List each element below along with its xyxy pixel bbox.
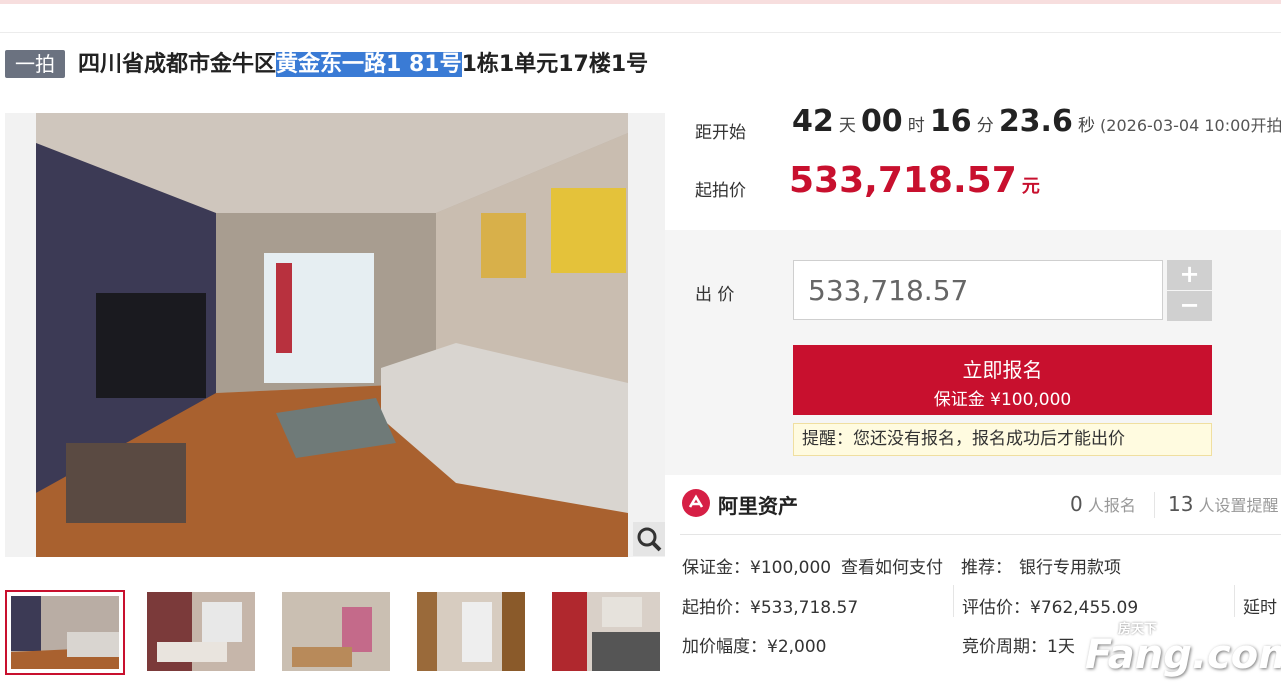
countdown-timer: 42 天 00 时 16 分 23.6 秒 (2026-03-04 10:00开… [792, 104, 1281, 139]
enroll-button[interactable]: 立即报名 保证金 ¥100,000 [793, 345, 1212, 415]
increase-bid-button[interactable]: + [1167, 260, 1212, 290]
bid-amount-input[interactable]: 533,718.57 [793, 260, 1163, 320]
enroll-deposit-label: 保证金 ¥100,000 [933, 390, 1072, 410]
start-price: 533,718.57 元 [789, 160, 1040, 201]
ali-asset-logo [682, 489, 710, 517]
countdown-hours: 00 [860, 104, 903, 139]
countdown-seconds-unit: 秒 [1077, 116, 1095, 136]
page-title: 四川省成都市金牛区黄金东一路1 81号1栋1单元17楼1号 [78, 50, 648, 80]
magnifier-icon [637, 527, 662, 552]
title-address-highlight: 黄金东一路1 81号 [276, 52, 462, 77]
countdown-minutes: 16 [929, 104, 972, 139]
auction-round-badge: 一拍 [5, 50, 65, 78]
thumbnail-4[interactable] [417, 592, 525, 671]
enrolled-label: 人报名 [1087, 496, 1136, 515]
bank-account-link[interactable]: 银行专用款项 [1019, 553, 1121, 578]
reminder-count: 13 人设置提醒 [1168, 492, 1279, 516]
divider [1234, 585, 1235, 617]
delay-info: 延时 [1243, 598, 1277, 618]
divider [953, 585, 954, 617]
deposit-info: 保证金：¥100,000 [682, 558, 832, 578]
cycle-info: 竞价周期：1天 [962, 637, 1075, 657]
start-price-label: 起拍价 [695, 181, 746, 201]
countdown-days-unit: 天 [838, 116, 856, 136]
countdown-minutes-unit: 分 [976, 116, 994, 136]
countdown-days: 42 [792, 104, 834, 139]
increment-info: 加价幅度：¥2,000 [682, 637, 827, 657]
platform-name: 阿里资产 [718, 494, 798, 518]
watermark-logo: Fang.com [1085, 632, 1281, 678]
start-price-unit: 元 [1021, 176, 1040, 197]
thumbnail-3[interactable] [282, 592, 390, 671]
start-price-value: 533,718.57 [789, 160, 1017, 201]
countdown-hours-unit: 时 [907, 116, 925, 136]
reminder-number: 13 [1168, 492, 1194, 516]
zoom-button[interactable] [633, 522, 665, 556]
main-property-photo[interactable] [36, 113, 628, 557]
title-address-prefix: 四川省成都市金牛区 [78, 52, 277, 77]
thumbnail-1[interactable] [5, 590, 125, 675]
how-to-pay-link[interactable]: 查看如何支付 [841, 553, 943, 578]
divider [0, 32, 1281, 33]
divider [1154, 492, 1155, 518]
enrolled-count: 0 [1070, 492, 1083, 516]
decrease-bid-button[interactable]: − [1167, 291, 1212, 321]
thumbnail-2[interactable] [147, 592, 255, 671]
thumbnail-5[interactable] [552, 592, 660, 671]
start-price-info: 起拍价：¥533,718.57 [682, 598, 859, 618]
bid-label: 出 价 [695, 285, 735, 305]
enroll-notice: 提醒：您还没有报名，报名成功后才能出价 [793, 423, 1212, 456]
enroll-button-label: 立即报名 [962, 358, 1043, 382]
countdown-label: 距开始 [695, 123, 746, 143]
title-address-suffix: 1栋1单元17楼1号 [461, 52, 649, 77]
appraisal-info: 评估价：¥762,455.09 [962, 598, 1139, 618]
enroll-count: 0 人报名 [1070, 492, 1136, 516]
start-time-note: (2026-03-04 10:00开拍) [1100, 116, 1281, 135]
top-accent-bar [0, 0, 1281, 4]
recommend-label: 推荐： [961, 558, 1012, 578]
reminder-label: 人设置提醒 [1198, 496, 1279, 515]
divider [680, 534, 1281, 535]
countdown-seconds: 23.6 [998, 104, 1073, 139]
